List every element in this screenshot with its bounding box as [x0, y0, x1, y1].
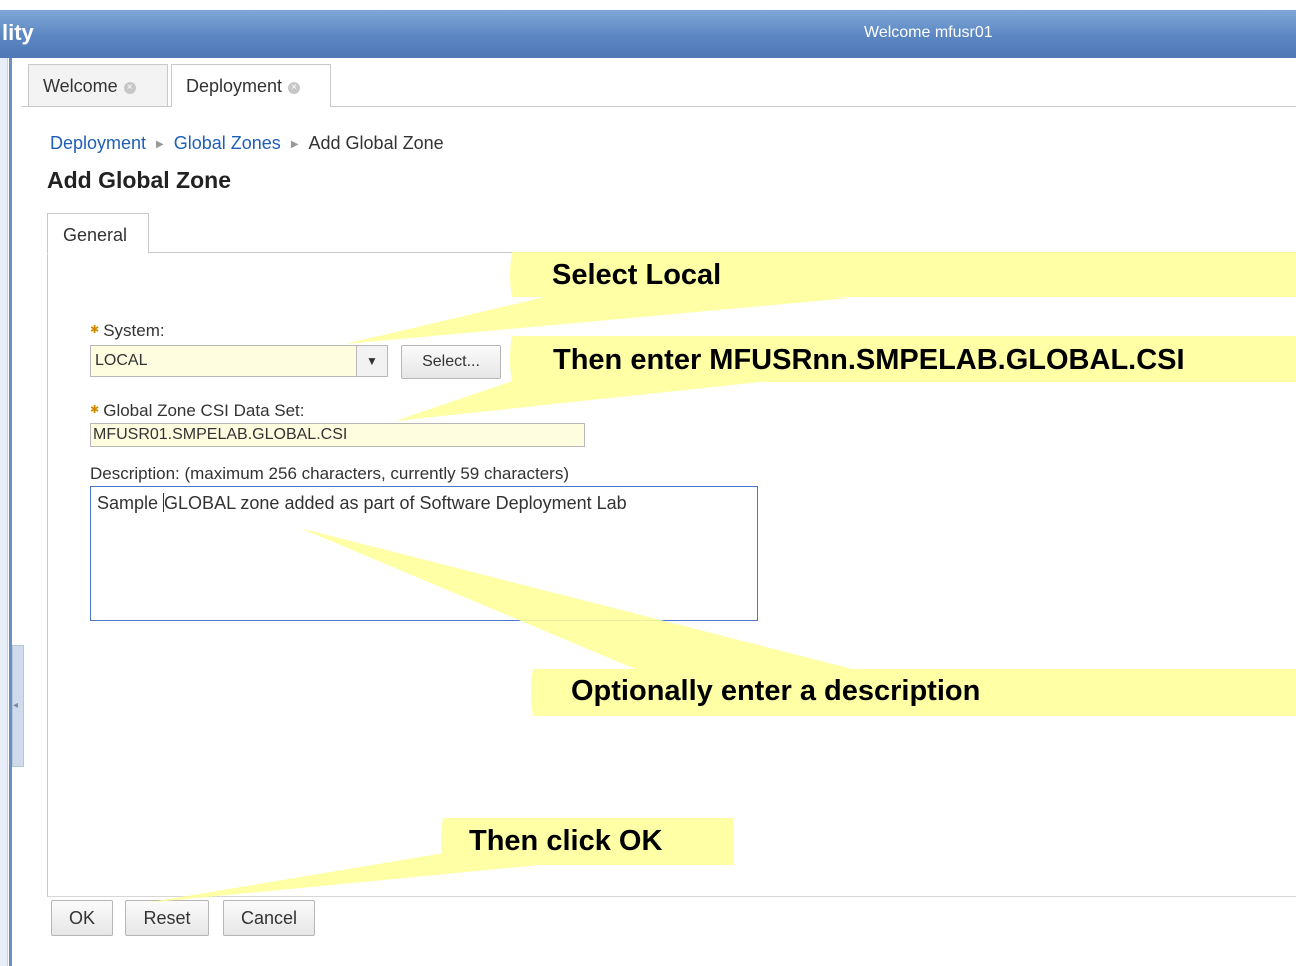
callout-enter-csi-text: Then enter MFUSRnn.SMPELAB.GLOBAL.CSI — [553, 344, 1185, 376]
description-textarea[interactable]: Sample GLOBAL zone added as part of Soft… — [90, 486, 758, 621]
tab-deployment[interactable]: Deployment × — [171, 64, 331, 107]
breadcrumb-separator-icon: ▶ — [156, 139, 164, 150]
left-frame-divider — [9, 58, 12, 966]
screenshot-stage: lity Welcome mfusr01 ◂ Welcome × Deployme… — [0, 0, 1296, 966]
description-text-rest: GLOBAL zone added as part of Software De… — [164, 493, 627, 513]
collapse-arrow-icon[interactable]: ◂ — [13, 700, 18, 711]
tab-strip: Welcome × Deployment × — [22, 60, 1296, 107]
description-label: Description: (maximum 256 characters, cu… — [90, 464, 569, 483]
tab-welcome[interactable]: Welcome × — [28, 64, 168, 106]
breadcrumb-link-deployment[interactable]: Deployment — [50, 133, 146, 153]
reset-button[interactable]: Reset — [125, 900, 209, 936]
breadcrumb-current: Add Global Zone — [308, 133, 444, 153]
callout-click-ok-text: Then click OK — [469, 825, 663, 857]
breadcrumb-link-global-zones[interactable]: Global Zones — [174, 133, 281, 153]
tab-close-icon[interactable]: × — [123, 82, 136, 94]
callout-description-text: Optionally enter a description — [571, 675, 981, 707]
page-title: Add Global Zone — [47, 167, 231, 193]
tab-deployment-label: Deployment — [186, 76, 283, 96]
cancel-button[interactable]: Cancel — [223, 900, 315, 936]
tab-close-icon[interactable]: × — [288, 82, 301, 94]
csi-label: ✱ Global Zone CSI Data Set: — [90, 401, 305, 421]
chevron-down-icon[interactable]: ▼ — [356, 346, 387, 376]
system-select[interactable]: LOCAL ▼ — [90, 345, 388, 377]
system-select-value: LOCAL — [95, 352, 148, 369]
breadcrumb-separator-icon: ▶ — [290, 139, 299, 150]
app-title: lity — [2, 20, 34, 45]
description-text-start: Sample — [97, 493, 164, 513]
tab-welcome-label: Welcome — [43, 76, 118, 96]
required-marker-icon: ✱ — [90, 404, 100, 416]
app-header-bar: lity Welcome mfusr01 — [0, 10, 1296, 58]
system-label: ✱ System: — [90, 321, 165, 341]
ok-button[interactable]: OK — [51, 900, 113, 936]
required-marker-icon: ✱ — [90, 324, 100, 336]
system-label-text: System: — [103, 321, 165, 340]
select-system-button[interactable]: Select... — [401, 345, 501, 379]
breadcrumb: Deployment ▶ Global Zones ▶ Add Global Zone — [50, 133, 444, 154]
welcome-user-text: Welcome mfusr01 — [864, 24, 993, 41]
left-frame — [0, 58, 8, 966]
tab-general[interactable]: General — [47, 213, 149, 254]
callout-select-local-text: Select Local — [552, 259, 722, 291]
csi-data-set-input[interactable]: MFUSR01.SMPELAB.GLOBAL.CSI — [90, 423, 585, 447]
csi-label-text: Global Zone CSI Data Set: — [103, 401, 305, 420]
